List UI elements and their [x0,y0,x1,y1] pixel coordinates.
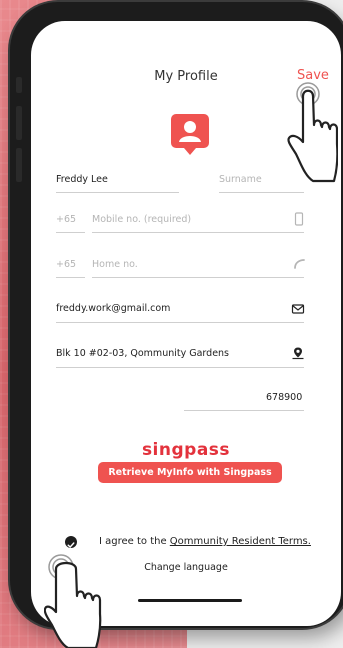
mail-icon [291,304,305,314]
terms-prefix: I agree to the [99,536,170,547]
profile-icon [171,114,209,155]
home-indicator [138,599,242,602]
terms-text: I agree to the Qommunity Resident Terms. [99,536,311,547]
address-field[interactable]: Blk 10 #02-03, Qommunity Gardens [56,348,229,359]
tap-hand-icon [44,554,102,648]
terms-checkbox[interactable] [65,536,77,548]
mobile-field[interactable]: Mobile no. (required) [92,214,191,225]
home-country-code[interactable]: +65 [56,259,76,270]
phone-icon [294,212,304,226]
email-underline [56,322,304,323]
first-name-underline [56,192,179,193]
tap-hand-icon [287,82,338,183]
save-button[interactable]: Save [297,68,329,83]
mobile-code-underline [56,232,85,233]
retrieve-myinfo-button[interactable]: Retrieve MyInfo with Singpass [98,462,282,483]
telephone-icon [294,259,305,269]
postal-code-field[interactable]: 678900 [266,392,302,403]
location-icon [292,347,304,360]
home-code-underline [56,277,85,278]
address-underline [56,367,304,368]
phone-side-button [16,148,22,182]
surname-field[interactable]: Surname [219,174,262,185]
terms-link[interactable]: Qommunity Resident Terms. [170,536,311,547]
mobile-country-code[interactable]: +65 [56,214,76,225]
first-name-field[interactable]: Freddy Lee [56,174,108,185]
surname-underline [219,192,304,193]
email-field[interactable]: freddy.work@gmail.com [56,303,170,314]
home-phone-field[interactable]: Home no. [92,259,138,270]
phone-side-button [16,106,22,140]
phone-side-button [16,77,22,93]
postal-underline [184,410,304,411]
singpass-logo: singpass [141,440,231,460]
home-underline [92,277,304,278]
mobile-underline [92,232,304,233]
